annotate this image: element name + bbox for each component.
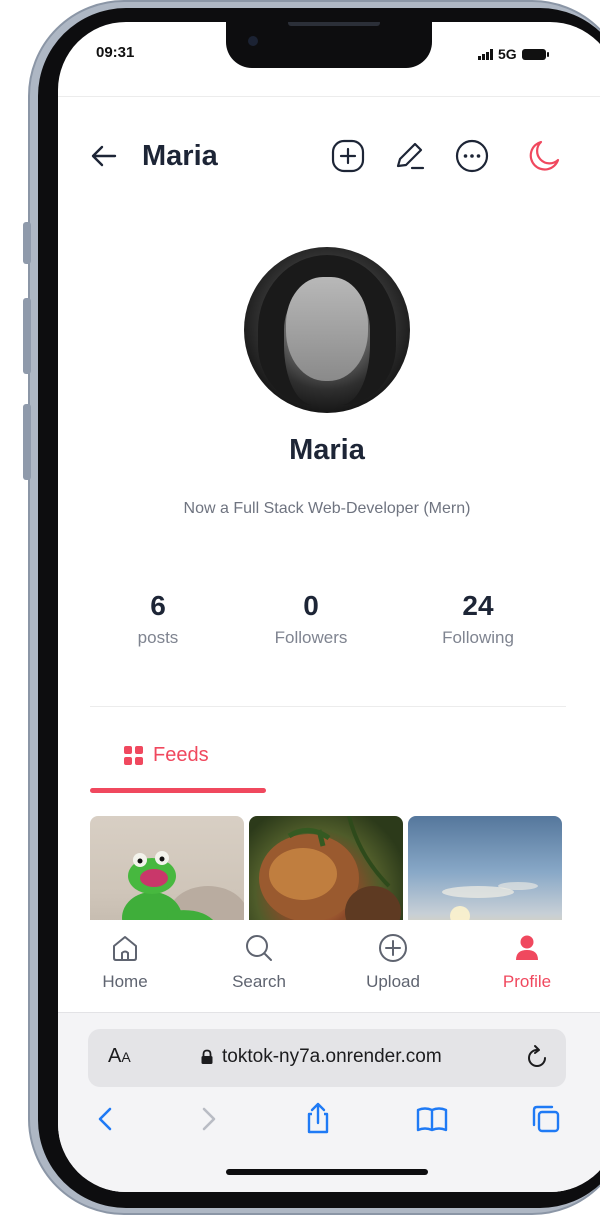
bookmarks-icon[interactable] — [414, 1101, 450, 1137]
profile-name: Maria — [289, 434, 365, 466]
stat-followers[interactable]: 0 Followers — [231, 588, 391, 648]
bottom-nav: Home Search Upload Profile — [58, 920, 600, 1012]
home-icon — [113, 936, 137, 961]
home-indicator — [226, 1169, 428, 1175]
lock-icon — [201, 1049, 213, 1064]
status-time: 09:31 — [96, 44, 135, 61]
avatar[interactable] — [244, 247, 410, 413]
nav-profile[interactable]: Profile — [482, 932, 572, 992]
address-bar[interactable]: AA toktok-ny7a.onrender.com — [88, 1029, 566, 1087]
status-indicators: 5G — [478, 46, 549, 62]
nav-search[interactable]: Search — [214, 932, 304, 992]
notch — [226, 22, 432, 68]
dark-mode-icon[interactable] — [526, 138, 562, 174]
volume-down-button — [23, 404, 31, 480]
nav-home-label: Home — [102, 972, 148, 991]
profile-icon — [516, 935, 538, 960]
volume-up-button — [23, 298, 31, 374]
nav-search-label: Search — [232, 972, 286, 991]
network-label: 5G — [498, 46, 517, 62]
add-post-icon[interactable] — [330, 138, 366, 174]
stat-posts[interactable]: 6 posts — [78, 588, 238, 648]
text-size-label-small: A — [121, 1049, 131, 1065]
phone-screen: 09:31 5G Maria Maria Now a Full Stack We… — [58, 22, 600, 1192]
posts-label: posts — [137, 628, 179, 647]
posts-count: 6 — [150, 590, 166, 621]
browser-toolbar: AA toktok-ny7a.onrender.com — [58, 1012, 600, 1192]
grid-icon — [124, 745, 143, 765]
back-arrow-icon[interactable] — [88, 140, 120, 172]
mute-switch — [23, 222, 31, 264]
url-text: toktok-ny7a.onrender.com — [222, 1046, 442, 1067]
reload-icon[interactable] — [522, 1042, 552, 1072]
edit-icon[interactable] — [392, 138, 428, 174]
profile-bio: Now a Full Stack Web-Developer (Mern) — [183, 500, 471, 517]
tab-feeds[interactable]: Feeds — [124, 740, 209, 770]
stat-following[interactable]: 24 Following — [398, 588, 558, 648]
section-divider — [90, 706, 566, 707]
text-size-label-big: A — [108, 1045, 122, 1067]
text-size-button[interactable]: AA — [108, 1045, 131, 1068]
nav-upload-label: Upload — [366, 972, 420, 991]
share-icon[interactable] — [300, 1101, 336, 1137]
followers-count: 0 — [303, 590, 319, 621]
following-label: Following — [442, 628, 514, 647]
search-icon — [246, 935, 272, 961]
followers-label: Followers — [274, 628, 348, 647]
active-tab-indicator — [90, 788, 266, 793]
page-title: Maria — [142, 140, 218, 172]
speaker-grill — [288, 22, 380, 26]
tab-feeds-label: Feeds — [153, 743, 209, 766]
browser-forward-icon[interactable] — [190, 1101, 226, 1137]
nav-home[interactable]: Home — [80, 932, 170, 992]
front-camera — [248, 36, 258, 46]
url-display[interactable]: toktok-ny7a.onrender.com — [200, 1046, 442, 1068]
signal-icon — [478, 48, 493, 60]
tabs-icon[interactable] — [528, 1101, 564, 1137]
nav-upload[interactable]: Upload — [348, 932, 438, 992]
profile-header: Maria — [58, 132, 600, 182]
upload-icon — [379, 934, 407, 962]
more-icon[interactable] — [454, 138, 490, 174]
nav-profile-label: Profile — [502, 972, 552, 991]
following-count: 24 — [462, 590, 494, 621]
status-divider — [58, 96, 600, 97]
browser-back-icon[interactable] — [88, 1101, 124, 1137]
battery-icon — [521, 48, 549, 60]
